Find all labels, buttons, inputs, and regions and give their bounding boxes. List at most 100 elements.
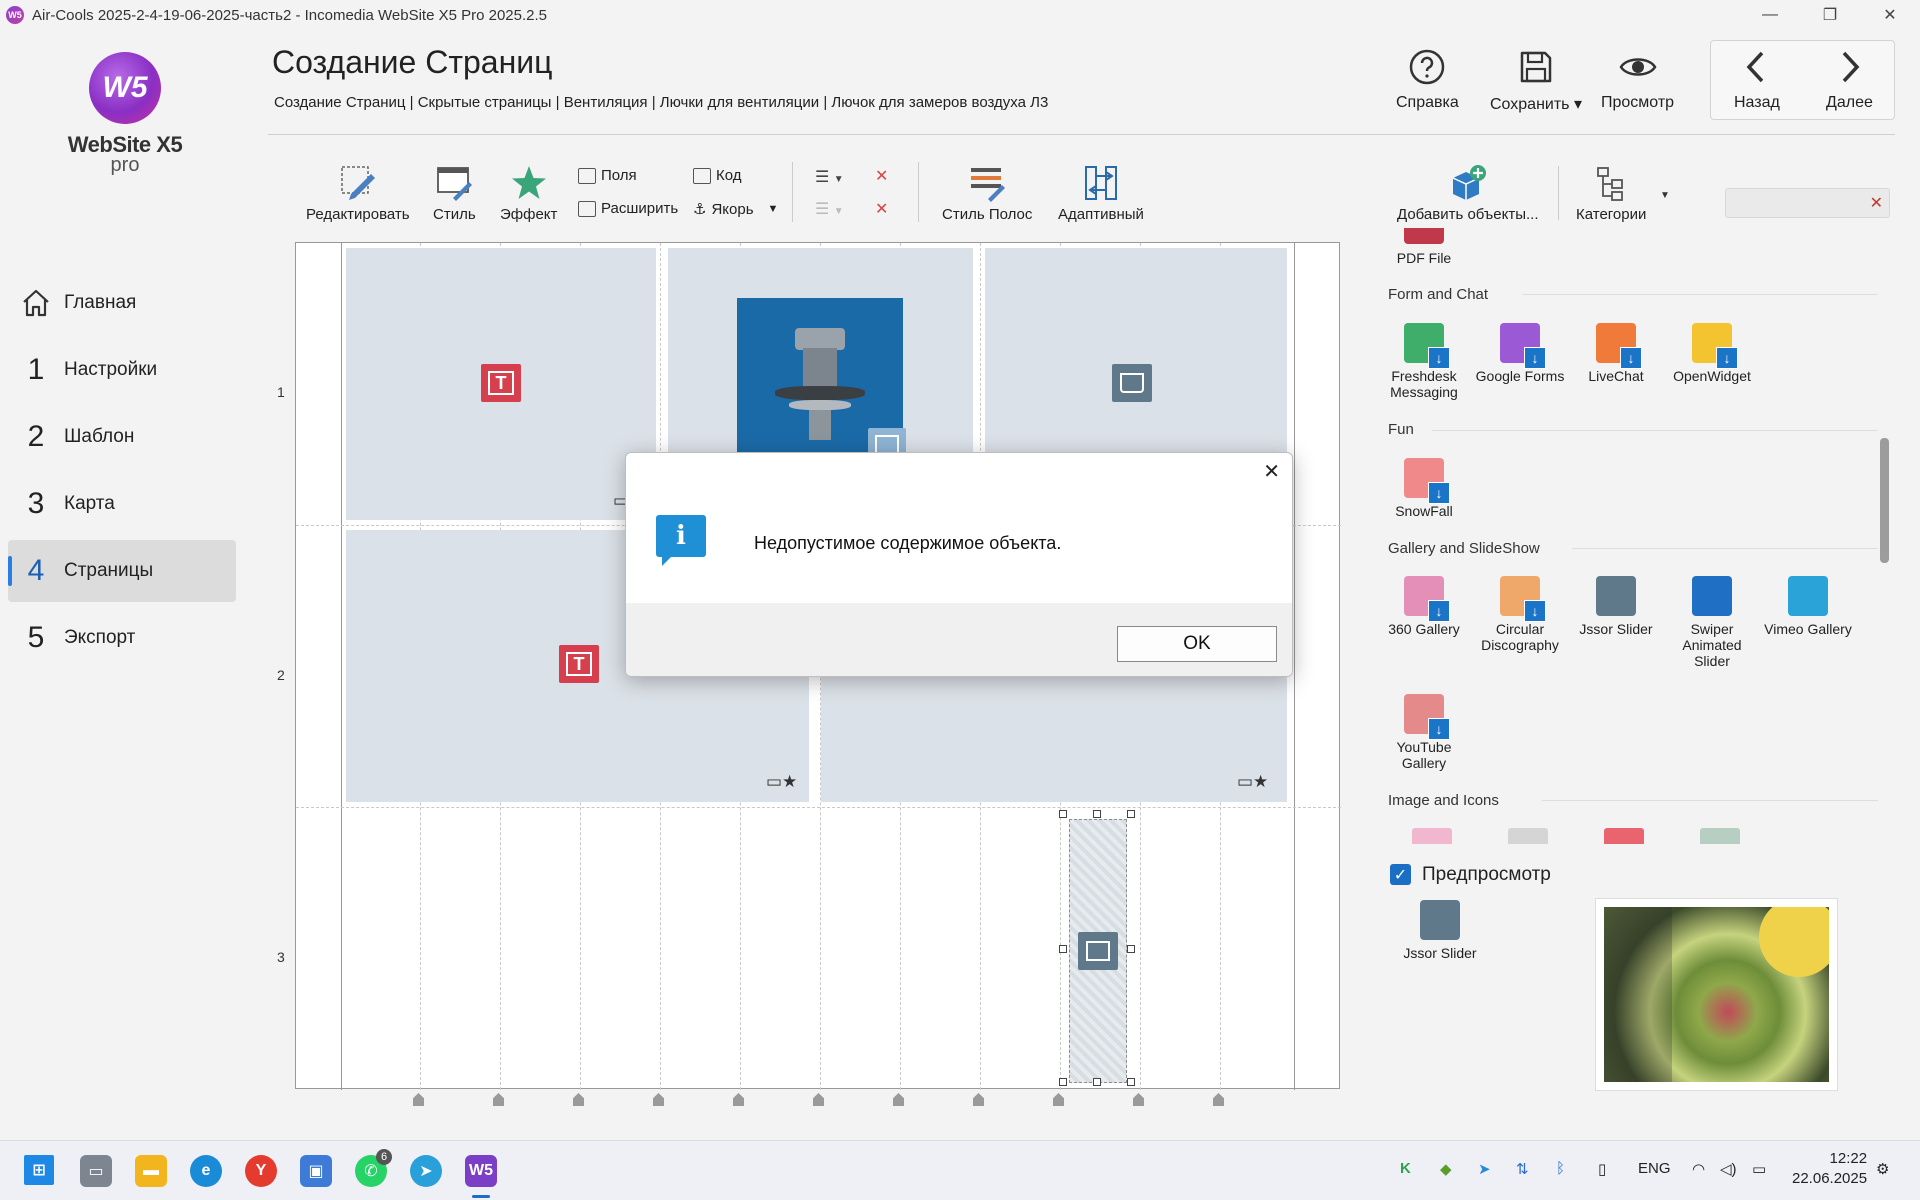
column-marker[interactable] bbox=[1213, 1093, 1224, 1106]
star-icon bbox=[511, 166, 546, 199]
resize-handle[interactable] bbox=[1093, 810, 1101, 818]
band-style-button[interactable]: Стиль Полос bbox=[942, 164, 1032, 223]
usb-icon[interactable]: ▯ bbox=[1598, 1160, 1606, 1178]
resize-handle[interactable] bbox=[1127, 1078, 1135, 1086]
resize-handle[interactable] bbox=[1127, 945, 1135, 953]
column-marker[interactable] bbox=[413, 1093, 424, 1106]
breadcrumb[interactable]: Создание Страниц | Скрытые страницы | Ве… bbox=[274, 94, 1048, 111]
categories-button[interactable]: Категории bbox=[1576, 164, 1646, 223]
telegram-icon[interactable]: ➤ bbox=[410, 1155, 442, 1187]
kaspersky-icon[interactable]: K bbox=[1400, 1160, 1411, 1177]
object-youtube-gallery[interactable]: ↓ YouTube Gallery bbox=[1378, 694, 1470, 771]
object-circular-discography[interactable]: ↓ Circular Discography bbox=[1474, 576, 1566, 653]
preview-checkbox[interactable]: ✓ bbox=[1390, 864, 1411, 885]
preview-button[interactable]: Просмотр bbox=[1601, 48, 1674, 112]
object-snowfall[interactable]: ↓ SnowFall bbox=[1378, 458, 1470, 519]
save-button[interactable]: Сохранить ▾ bbox=[1490, 48, 1582, 114]
object-label: YouTube Gallery bbox=[1396, 739, 1452, 771]
expand-button[interactable]: Расширить bbox=[578, 200, 678, 217]
ok-button[interactable]: OK bbox=[1117, 626, 1277, 662]
sidebar-item-export[interactable]: 5 Экспорт bbox=[8, 607, 236, 669]
style-button[interactable]: Стиль bbox=[433, 164, 476, 223]
window-close-button[interactable]: ✕ bbox=[1860, 0, 1920, 30]
resize-handle[interactable] bbox=[1093, 1078, 1101, 1086]
column-marker[interactable] bbox=[1133, 1093, 1144, 1106]
object-vimeo-gallery[interactable]: Vimeo Gallery bbox=[1762, 576, 1854, 637]
sidebar-item-pages[interactable]: 4 Страницы bbox=[8, 540, 236, 602]
start-button[interactable]: ⊞ bbox=[24, 1155, 54, 1185]
search-icon[interactable]: ✕ bbox=[1870, 193, 1883, 213]
sidebar-item-home[interactable]: Главная bbox=[8, 272, 236, 334]
indent-disabled-button[interactable]: ☰ ▼ bbox=[815, 199, 844, 219]
column-marker[interactable] bbox=[973, 1093, 984, 1106]
column-marker[interactable] bbox=[733, 1093, 744, 1106]
volume-icon[interactable]: ◁) bbox=[1720, 1160, 1737, 1178]
image-object-icon[interactable] bbox=[1604, 828, 1644, 844]
jssor-slider-object[interactable] bbox=[1069, 819, 1127, 1083]
image-object-icon[interactable] bbox=[1412, 828, 1452, 844]
code-button[interactable]: Код bbox=[693, 167, 742, 184]
image-object-icon[interactable] bbox=[1700, 828, 1740, 844]
minimize-button[interactable]: — bbox=[1740, 0, 1800, 30]
column-marker[interactable] bbox=[573, 1093, 584, 1106]
wifi-icon[interactable]: ◠ bbox=[1692, 1160, 1705, 1178]
delete-row-icon[interactable]: ✕ bbox=[875, 166, 888, 186]
websitex5-taskbar-icon[interactable]: W5 bbox=[465, 1155, 497, 1187]
task-view-icon[interactable]: ▭ bbox=[80, 1155, 112, 1187]
column-marker[interactable] bbox=[1053, 1093, 1064, 1106]
edge-icon[interactable]: e bbox=[190, 1155, 222, 1187]
column-marker[interactable] bbox=[653, 1093, 664, 1106]
fields-button[interactable]: Поля bbox=[578, 167, 637, 184]
add-objects-button[interactable]: Добавить объекты... bbox=[1397, 164, 1539, 223]
object-jssor-slider[interactable]: Jssor Slider bbox=[1570, 576, 1662, 637]
column-marker[interactable] bbox=[893, 1093, 904, 1106]
dialog-close-button[interactable]: ✕ bbox=[1263, 459, 1280, 484]
chevron-down-icon[interactable]: ▼ bbox=[768, 203, 779, 215]
resize-handle[interactable] bbox=[1059, 810, 1067, 818]
file-explorer-icon[interactable]: ▬ bbox=[135, 1155, 167, 1187]
restore-button[interactable]: ❐ bbox=[1800, 0, 1860, 30]
effect-button[interactable]: Эффект bbox=[500, 164, 557, 223]
sidebar-item-settings[interactable]: 1 Настройки bbox=[8, 339, 236, 401]
resize-handle[interactable] bbox=[1059, 945, 1067, 953]
battery-icon[interactable]: ▭ bbox=[1752, 1160, 1766, 1178]
bluetooth-icon[interactable]: ᛒ bbox=[1556, 1160, 1565, 1177]
store-icon[interactable]: ▣ bbox=[300, 1155, 332, 1187]
edit-label: Редактировать bbox=[306, 206, 410, 223]
column-marker[interactable] bbox=[493, 1093, 504, 1106]
adaptive-button[interactable]: Адаптивный bbox=[1058, 164, 1144, 223]
resize-handle[interactable] bbox=[1059, 1078, 1067, 1086]
object-openwidget[interactable]: ↓ OpenWidget bbox=[1666, 323, 1758, 384]
language-indicator[interactable]: ENG bbox=[1638, 1160, 1671, 1177]
notifications-icon[interactable]: ⚙ bbox=[1876, 1160, 1889, 1178]
sidebar-item-template[interactable]: 2 Шаблон bbox=[8, 406, 236, 468]
nvidia-icon[interactable]: ◆ bbox=[1440, 1160, 1452, 1178]
yandex-browser-icon[interactable]: Y bbox=[245, 1155, 277, 1187]
telegram-tray-icon[interactable]: ➤ bbox=[1478, 1160, 1491, 1178]
object-360-gallery[interactable]: ↓ 360 Gallery bbox=[1378, 576, 1470, 637]
chevron-left-icon bbox=[1746, 51, 1764, 83]
image-object-icon[interactable] bbox=[1508, 828, 1548, 844]
column-marker[interactable] bbox=[813, 1093, 824, 1106]
back-button[interactable]: Назад bbox=[1734, 48, 1780, 112]
object-google-forms[interactable]: ↓ Google Forms bbox=[1474, 323, 1566, 384]
sidebar-item-map[interactable]: 3 Карта bbox=[8, 473, 236, 535]
edit-button[interactable]: Редактировать bbox=[306, 164, 410, 223]
objects-scrollbar-thumb[interactable] bbox=[1880, 438, 1889, 563]
text-object-cell[interactable]: T bbox=[346, 248, 656, 520]
next-button[interactable]: Далее bbox=[1826, 48, 1873, 112]
chevron-down-icon[interactable]: ▼ bbox=[1660, 190, 1670, 201]
indent-button[interactable]: ☰ ▼ bbox=[815, 167, 844, 187]
sync-icon[interactable]: ⇅ bbox=[1516, 1160, 1529, 1178]
object-swiper-animated-slider[interactable]: Swiper Animated Slider bbox=[1666, 576, 1758, 669]
clock[interactable]: 12:22 22.06.2025 bbox=[1792, 1149, 1867, 1189]
delete-all-icon[interactable]: ✕ bbox=[875, 199, 888, 219]
object-freshdesk-messaging[interactable]: ↓ Freshdesk Messaging bbox=[1378, 323, 1470, 400]
object-livechat[interactable]: ↓ LiveChat bbox=[1570, 323, 1662, 384]
object-pdf-file[interactable]: PDF File bbox=[1378, 250, 1470, 266]
search-field[interactable]: ✕ bbox=[1725, 188, 1890, 218]
help-button[interactable]: Справка bbox=[1396, 48, 1459, 112]
search-input[interactable] bbox=[1726, 189, 1856, 217]
resize-handle[interactable] bbox=[1127, 810, 1135, 818]
anchor-button[interactable]: ⚓ Якорь ▼ bbox=[693, 200, 779, 219]
